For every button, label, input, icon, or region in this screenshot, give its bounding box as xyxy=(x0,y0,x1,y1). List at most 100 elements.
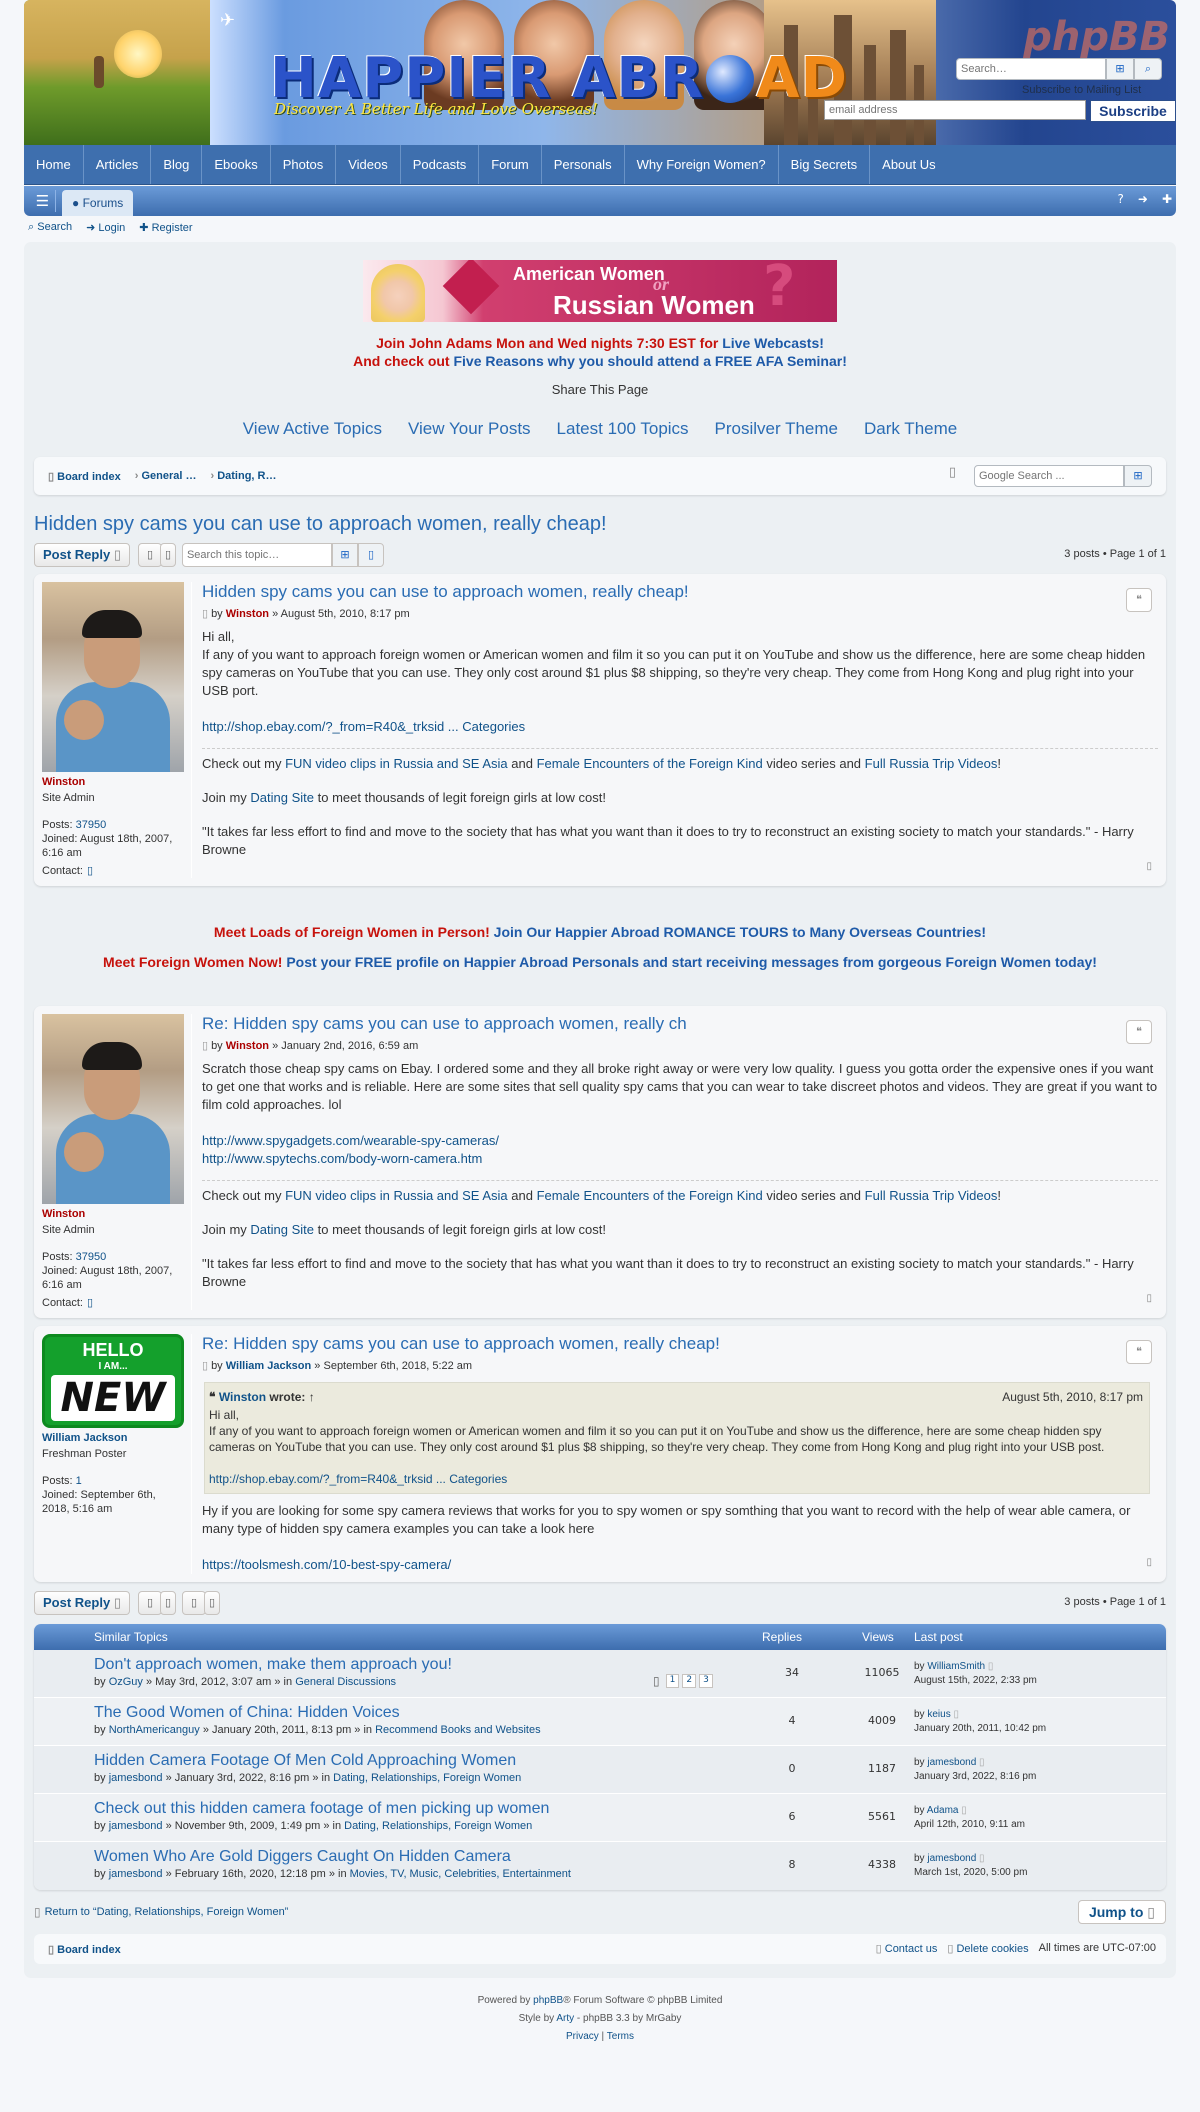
header-search-input[interactable] xyxy=(956,58,1106,80)
user-plus-icon[interactable]: ✚ xyxy=(1162,192,1172,206)
quote-icon[interactable]: ❝ xyxy=(1126,1340,1152,1364)
sig-fun-clips-link[interactable]: FUN video clips in Russia and SE Asia xyxy=(285,1188,508,1203)
tab-forums[interactable]: ● Forums xyxy=(62,190,134,216)
wrench-icon[interactable]: ▯ xyxy=(137,543,162,567)
chevron-down-icon[interactable]: ▯ xyxy=(159,543,176,567)
login-icon[interactable]: ➜ xyxy=(1138,192,1148,206)
email-field[interactable] xyxy=(824,100,1086,120)
nav-photos[interactable]: Photos xyxy=(271,145,337,184)
nav-why-foreign-women[interactable]: Why Foreign Women? xyxy=(625,145,779,184)
live-webcasts-link[interactable]: Live Webcasts! xyxy=(722,335,824,351)
share-icon[interactable]: ▯ xyxy=(949,465,956,480)
quick-login-link[interactable]: ➜ Login xyxy=(86,221,125,234)
quick-register-link[interactable]: ✚ Register xyxy=(139,221,192,234)
nav-about-us[interactable]: About Us xyxy=(870,145,947,184)
similar-topic-link[interactable]: Hidden Camera Footage Of Men Cold Approa… xyxy=(94,1752,516,1770)
post-reply-button[interactable]: Post Reply ▯ xyxy=(34,543,130,567)
quick-search-link[interactable]: ⌕ Search xyxy=(28,221,72,234)
similar-topic-link[interactable]: Check out this hidden camera footage of … xyxy=(94,1800,549,1818)
nav-podcasts[interactable]: Podcasts xyxy=(401,145,480,184)
return-to-forum-link[interactable]: Return to “Dating, Relationships, Foreig… xyxy=(45,1906,289,1918)
advanced-search-icon[interactable]: ▯ xyxy=(357,543,384,567)
arrow-up-icon[interactable]: ▯ xyxy=(1146,1293,1152,1304)
nav-home[interactable]: Home xyxy=(24,145,84,184)
contact-us-link[interactable]: ▯ Contact us xyxy=(876,1942,938,1955)
nav-big-secrets[interactable]: Big Secrets xyxy=(779,145,871,184)
terms-link[interactable]: Terms xyxy=(607,2031,634,2042)
chevron-down-icon[interactable]: ▯ xyxy=(203,1591,220,1615)
breadcrumb-board-index[interactable]: ▯ Board index xyxy=(48,470,121,483)
post-link-spygadgets[interactable]: http://www.spygadgets.com/wearable-spy-c… xyxy=(202,1133,499,1148)
personals-link[interactable]: Post your FREE profile on Happier Abroad… xyxy=(286,954,1097,970)
delete-cookies-link[interactable]: ▯ Delete cookies xyxy=(947,1942,1028,1955)
footer-board-index[interactable]: ▯ Board index xyxy=(48,1943,121,1956)
post-content: Hy if you are looking for some spy camer… xyxy=(202,1503,1131,1572)
google-search-input[interactable] xyxy=(974,465,1124,487)
wrench-icon[interactable]: ▯ xyxy=(137,1591,162,1615)
post-title[interactable]: Re: Hidden spy cams you can use to appro… xyxy=(202,1014,1158,1034)
romance-tours-link[interactable]: Join Our Happier Abroad ROMANCE TOURS to… xyxy=(494,924,986,940)
seminar-link[interactable]: Five Reasons why you should attend a FRE… xyxy=(453,353,846,369)
bars-icon[interactable]: ☰ xyxy=(30,190,56,212)
post-title[interactable]: Re: Hidden spy cams you can use to appro… xyxy=(202,1334,1158,1354)
search-icon[interactable]: ⌕ xyxy=(1134,58,1162,80)
breadcrumb-general[interactable]: › General … xyxy=(135,470,197,482)
nav-blog[interactable]: Blog xyxy=(151,145,203,184)
subscribe-button[interactable]: Subscribe xyxy=(1090,100,1176,122)
sig-fun-clips-link[interactable]: FUN video clips in Russia and SE Asia xyxy=(285,756,508,771)
sig-dating-site-link[interactable]: Dating Site xyxy=(250,1222,314,1237)
privacy-link[interactable]: Privacy xyxy=(566,2031,599,2042)
arty-link[interactable]: Arty xyxy=(556,2013,574,2024)
nav-personals[interactable]: Personals xyxy=(542,145,625,184)
dark-theme-link[interactable]: Dark Theme xyxy=(864,419,957,439)
post-link[interactable]: http://shop.ebay.com/?_from=R40&_trksid … xyxy=(202,719,525,734)
nav-videos[interactable]: Videos xyxy=(336,145,401,184)
nav-ebooks[interactable]: Ebooks xyxy=(202,145,271,184)
latest-100-topics-link[interactable]: Latest 100 Topics xyxy=(557,419,689,439)
view-active-topics-link[interactable]: View Active Topics xyxy=(243,419,382,439)
quote-icon[interactable]: ❝ xyxy=(1126,588,1152,612)
user-posts-link[interactable]: 1 xyxy=(76,1475,82,1487)
post-author-link[interactable]: William Jackson xyxy=(42,1432,183,1444)
nav-forum[interactable]: Forum xyxy=(479,145,542,184)
post-author-link[interactable]: Winston xyxy=(42,776,183,788)
sig-russia-trip-link[interactable]: Full Russia Trip Videos xyxy=(865,1188,998,1203)
sig-female-encounters-link[interactable]: Female Encounters of the Foreign Kind xyxy=(537,1188,763,1203)
sig-russia-trip-link[interactable]: Full Russia Trip Videos xyxy=(865,756,998,771)
breadcrumb-dating[interactable]: › Dating, R… xyxy=(210,470,276,482)
similar-topic-link[interactable]: The Good Women of China: Hidden Voices xyxy=(94,1704,400,1722)
user-posts-link[interactable]: 37950 xyxy=(76,1251,107,1263)
jump-to-button[interactable]: Jump to ▯ xyxy=(1077,1900,1166,1924)
advanced-search-icon[interactable]: ⊞ xyxy=(1106,58,1134,80)
similar-topic-link[interactable]: Don't approach women, make them approach… xyxy=(94,1656,452,1674)
sort-icon[interactable]: ▯ xyxy=(181,1591,206,1615)
post-author-link[interactable]: Winston xyxy=(42,1208,183,1220)
quote-icon[interactable]: ❝ xyxy=(1126,1020,1152,1044)
prosilver-theme-link[interactable]: Prosilver Theme xyxy=(715,419,838,439)
question-icon[interactable]: ? xyxy=(1118,192,1124,206)
view-your-posts-link[interactable]: View Your Posts xyxy=(408,419,531,439)
copyright: Powered by phpBB® Forum Software © phpBB… xyxy=(477,1995,723,2042)
user-posts-link[interactable]: 37950 xyxy=(76,819,107,831)
quote-author-link[interactable]: Winston xyxy=(219,1390,266,1404)
topic-search-button[interactable]: ⊞ xyxy=(331,543,358,567)
topic-search-input[interactable] xyxy=(181,543,332,567)
sig-dating-site-link[interactable]: Dating Site xyxy=(250,790,314,805)
topic-title[interactable]: Hidden spy cams you can use to approach … xyxy=(34,513,1166,536)
contact-icon[interactable]: ▯ xyxy=(87,865,93,877)
similar-topic-link[interactable]: Women Who Are Gold Diggers Caught On Hid… xyxy=(94,1848,511,1866)
phpbb-link[interactable]: phpBB xyxy=(533,1995,563,2006)
post-title[interactable]: Hidden spy cams you can use to approach … xyxy=(202,582,1158,602)
chevron-down-icon[interactable]: ▯ xyxy=(159,1591,176,1615)
quote-link[interactable]: http://shop.ebay.com/?_from=R40&_trksid … xyxy=(209,1472,507,1486)
arrow-up-icon[interactable]: ▯ xyxy=(1146,1557,1152,1568)
post-reply-button[interactable]: Post Reply ▯ xyxy=(34,1591,130,1615)
ad-banner-american-russian-women[interactable]: American Women or Russian Women ? xyxy=(363,260,837,322)
post-link-spytechs[interactable]: http://www.spytechs.com/body-worn-camera… xyxy=(202,1151,482,1166)
nav-articles[interactable]: Articles xyxy=(84,145,152,184)
google-search-button[interactable]: ⊞ xyxy=(1124,465,1152,487)
arrow-up-icon[interactable]: ▯ xyxy=(1146,861,1152,872)
contact-icon[interactable]: ▯ xyxy=(87,1297,93,1309)
post-link-toolsmesh[interactable]: https://toolsmesh.com/10-best-spy-camera… xyxy=(202,1557,451,1572)
sig-female-encounters-link[interactable]: Female Encounters of the Foreign Kind xyxy=(537,756,763,771)
